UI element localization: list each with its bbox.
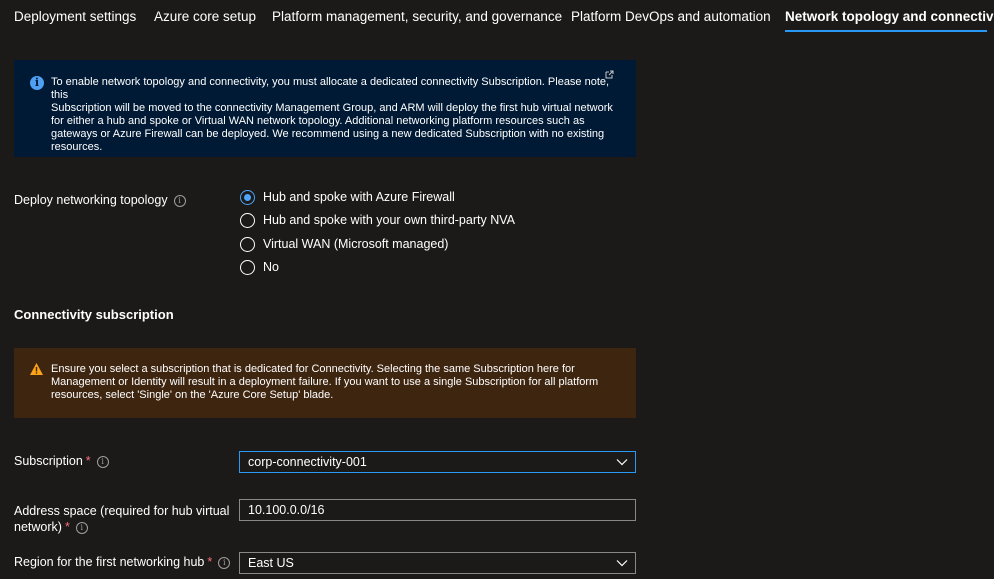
address-space-input[interactable]: 10.100.0.0/16: [239, 499, 636, 521]
warning-banner-text: Ensure you select a subscription that is…: [51, 363, 620, 402]
active-tab-indicator: [785, 30, 987, 32]
tab-network-topology[interactable]: Network topology and connectivity: [785, 9, 994, 24]
tab-bar: Deployment settings Azure core setup Pla…: [0, 0, 994, 36]
tab-platform-devops[interactable]: Platform DevOps and automation: [571, 9, 771, 24]
topology-label: Deploy networking topology i: [14, 193, 186, 207]
warning-line: resources, select 'Single' on the 'Azure…: [51, 389, 334, 401]
required-marker: *: [85, 454, 91, 468]
info-line: Subscription will be moved to the connec…: [51, 102, 613, 114]
tooltip-info-icon[interactable]: i: [75, 521, 88, 534]
subscription-label: Subscription * i: [14, 454, 109, 468]
radio-label: Hub and spoke with your own third-party …: [263, 213, 515, 227]
region-dropdown[interactable]: East US: [239, 552, 636, 574]
address-space-value: 10.100.0.0/16: [248, 503, 325, 517]
radio-label: No: [263, 260, 279, 274]
tab-azure-core-setup[interactable]: Azure core setup: [154, 9, 256, 24]
radio-label: Virtual WAN (Microsoft managed): [263, 237, 449, 251]
radio-button-checked[interactable]: [240, 189, 255, 205]
info-line: To enable network topology and connectiv…: [51, 76, 610, 101]
subscription-label-text: Subscription: [14, 454, 83, 468]
radio-button[interactable]: [240, 236, 255, 252]
info-banner-text: To enable network topology and connectiv…: [51, 76, 620, 154]
address-space-label: Address space (required for hub virtual …: [14, 503, 229, 535]
radio-virtual-wan[interactable]: Virtual WAN (Microsoft managed): [240, 235, 448, 253]
tab-deployment-settings[interactable]: Deployment settings: [14, 9, 136, 24]
address-space-label-line2: network): [14, 520, 62, 534]
topology-label-text: Deploy networking topology: [14, 193, 168, 207]
region-label: Region for the first networking hub * i: [14, 555, 231, 569]
info-line: gateways or Azure Firewall can be deploy…: [51, 128, 605, 140]
info-line: resources.: [51, 141, 103, 153]
info-line: for either a hub and spoke or Virtual WA…: [51, 115, 585, 127]
tooltip-info-icon[interactable]: i: [96, 455, 109, 468]
info-icon: i: [30, 76, 44, 90]
chevron-down-icon: [616, 560, 628, 567]
required-marker: *: [207, 555, 213, 569]
subscription-dropdown[interactable]: corp-connectivity-001: [239, 451, 636, 473]
radio-hub-spoke-firewall[interactable]: Hub and spoke with Azure Firewall: [240, 188, 455, 206]
warning-line: Management or Identity will result in a …: [51, 376, 599, 388]
tab-platform-management[interactable]: Platform management, security, and gover…: [272, 9, 562, 24]
region-value: East US: [248, 556, 294, 570]
address-space-label-line1: Address space (required for hub virtual: [14, 504, 230, 518]
warning-banner: Ensure you select a subscription that is…: [14, 348, 636, 418]
radio-label: Hub and spoke with Azure Firewall: [263, 190, 455, 204]
radio-button[interactable]: [240, 259, 255, 275]
warning-icon: [30, 363, 43, 375]
connectivity-heading: Connectivity subscription: [14, 307, 174, 322]
radio-button[interactable]: [240, 212, 255, 228]
tooltip-info-icon[interactable]: i: [218, 556, 231, 569]
tooltip-info-icon[interactable]: i: [173, 194, 186, 207]
subscription-value: corp-connectivity-001: [248, 455, 367, 469]
radio-hub-spoke-nva[interactable]: Hub and spoke with your own third-party …: [240, 211, 515, 229]
external-link-icon[interactable]: [605, 70, 614, 79]
info-banner: i To enable network topology and connect…: [14, 60, 636, 157]
radio-no[interactable]: No: [240, 258, 279, 276]
chevron-down-icon: [616, 459, 628, 466]
required-marker: *: [64, 520, 70, 534]
region-label-text: Region for the first networking hub: [14, 555, 205, 569]
warning-line: Ensure you select a subscription that is…: [51, 363, 575, 375]
